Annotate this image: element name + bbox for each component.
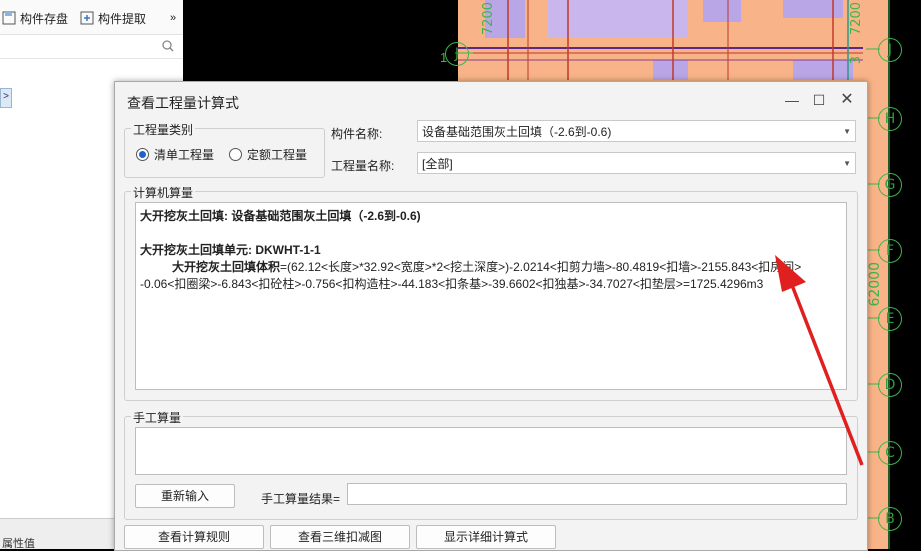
component-name-value: 设备基础范围灰土回填（-2.6到-0.6) (422, 125, 612, 139)
axis-label: E (885, 311, 895, 327)
dimension-mid: 3 (849, 56, 864, 65)
axis-bubble-b: B (878, 507, 902, 531)
axis-bubble-f: F (878, 239, 902, 263)
manual-calc-textarea[interactable] (135, 427, 847, 475)
axis-label: G (884, 177, 896, 193)
dimension-top: 7200 (849, 2, 864, 36)
quantity-type-label: 工程量类别 (131, 121, 196, 138)
calc-line-unit: 大开挖灰土回填单元: DKWHT-1-1 (140, 243, 321, 257)
view-calc-rules-button[interactable]: 查看计算规则 (124, 525, 264, 549)
axis-bubble-e: E (878, 307, 902, 331)
axis-label: H (884, 111, 896, 127)
calc-volume-formula: =(62.12<长度>*32.92<宽度>*2<挖土深度>)-2.0214<扣剪… (280, 260, 802, 274)
computer-calc-label: 计算机算量 (131, 184, 196, 201)
axis-label: C (885, 445, 895, 461)
manual-result-input[interactable] (347, 483, 847, 505)
axis-bubble-j-left: J (445, 42, 469, 66)
axis-bubble-h: H (878, 107, 902, 131)
calc-volume-formula-cont: -0.06<扣圈梁>-6.843<扣砼柱>-0.756<扣构造柱>-44.183… (140, 277, 764, 291)
more-glyph: » (170, 12, 177, 24)
radio-list-quantity[interactable]: 清单工程量 (136, 146, 214, 163)
axis-bubble-d: D (878, 373, 902, 397)
minimize-icon[interactable]: — (782, 90, 802, 110)
left-toolbar: 构件存盘 构件提取 » (0, 0, 183, 35)
show-detail-formula-button[interactable]: 显示详细计算式 (416, 525, 556, 549)
quantity-formula-dialog: 查看工程量计算式 — ☐ ✕ 工程量类别 清单工程量 定额工程量 构件名称: 设… (114, 81, 868, 551)
quantity-type-group: 工程量类别 清单工程量 定额工程量 (124, 121, 325, 178)
extract-component-label: 构件提取 (98, 11, 147, 26)
component-name-label: 构件名称: (331, 127, 383, 141)
radio-quota-label: 定额工程量 (247, 148, 308, 162)
axis-label: J (887, 42, 893, 58)
quantity-name-value: [全部] (422, 157, 453, 171)
axis-label: J (454, 46, 460, 62)
expand-arrow-icon[interactable]: > (0, 88, 12, 108)
store-component-button[interactable]: 构件存盘 (2, 10, 68, 26)
radio-selected-icon[interactable] (136, 148, 149, 161)
more-button[interactable]: » (170, 10, 176, 26)
maximize-icon[interactable]: ☐ (809, 90, 829, 110)
calc-formula-text[interactable]: 大开挖灰土回填: 设备基础范围灰土回填（-2.6到-0.6) 大开挖灰土回填单元… (135, 202, 847, 390)
radio-unselected-icon[interactable] (229, 148, 242, 161)
extract-component-button[interactable]: 构件提取 (80, 10, 146, 26)
radio-list-label: 清单工程量 (154, 148, 215, 162)
calc-line-component: 大开挖灰土回填: 设备基础范围灰土回填（-2.6到-0.6) (140, 209, 421, 223)
reinput-button[interactable]: 重新输入 (135, 484, 235, 508)
manual-calc-label: 手工算量 (131, 409, 184, 426)
calc-volume-label: 大开挖灰土回填体积 (172, 260, 281, 274)
axis-label: D (884, 377, 896, 393)
search-icon[interactable] (161, 39, 175, 53)
manual-result-label: 手工算量结果= (261, 492, 341, 506)
component-name-select[interactable]: 设备基础范围灰土回填（-2.6到-0.6) ▼ (417, 120, 856, 142)
quantity-name-label: 工程量名称: (331, 159, 395, 173)
save-icon (2, 11, 16, 25)
axis-bubble-g: G (878, 173, 902, 197)
chevron-down-icon[interactable]: ▼ (843, 153, 851, 175)
left-search-input[interactable] (0, 36, 183, 59)
dimension-top-left: 7200 (481, 2, 496, 36)
quantity-name-select[interactable]: [全部] ▼ (417, 152, 856, 174)
axis-bubble-j: J (878, 38, 902, 62)
radio-quota-quantity[interactable]: 定额工程量 (229, 146, 307, 163)
axis-label: B (885, 511, 895, 527)
close-icon[interactable]: ✕ (837, 90, 857, 110)
dimension-right: 62000 (867, 262, 883, 307)
axis-bubble-c: C (878, 441, 902, 465)
axis-label: F (885, 243, 895, 259)
view-3d-deduction-button[interactable]: 查看三维扣减图 (270, 525, 410, 549)
store-component-label: 构件存盘 (20, 11, 69, 26)
chevron-down-icon[interactable]: ▼ (843, 121, 851, 143)
dialog-title: 查看工程量计算式 (127, 95, 239, 111)
extract-icon (80, 11, 94, 25)
axis-number: 1 (440, 50, 448, 65)
